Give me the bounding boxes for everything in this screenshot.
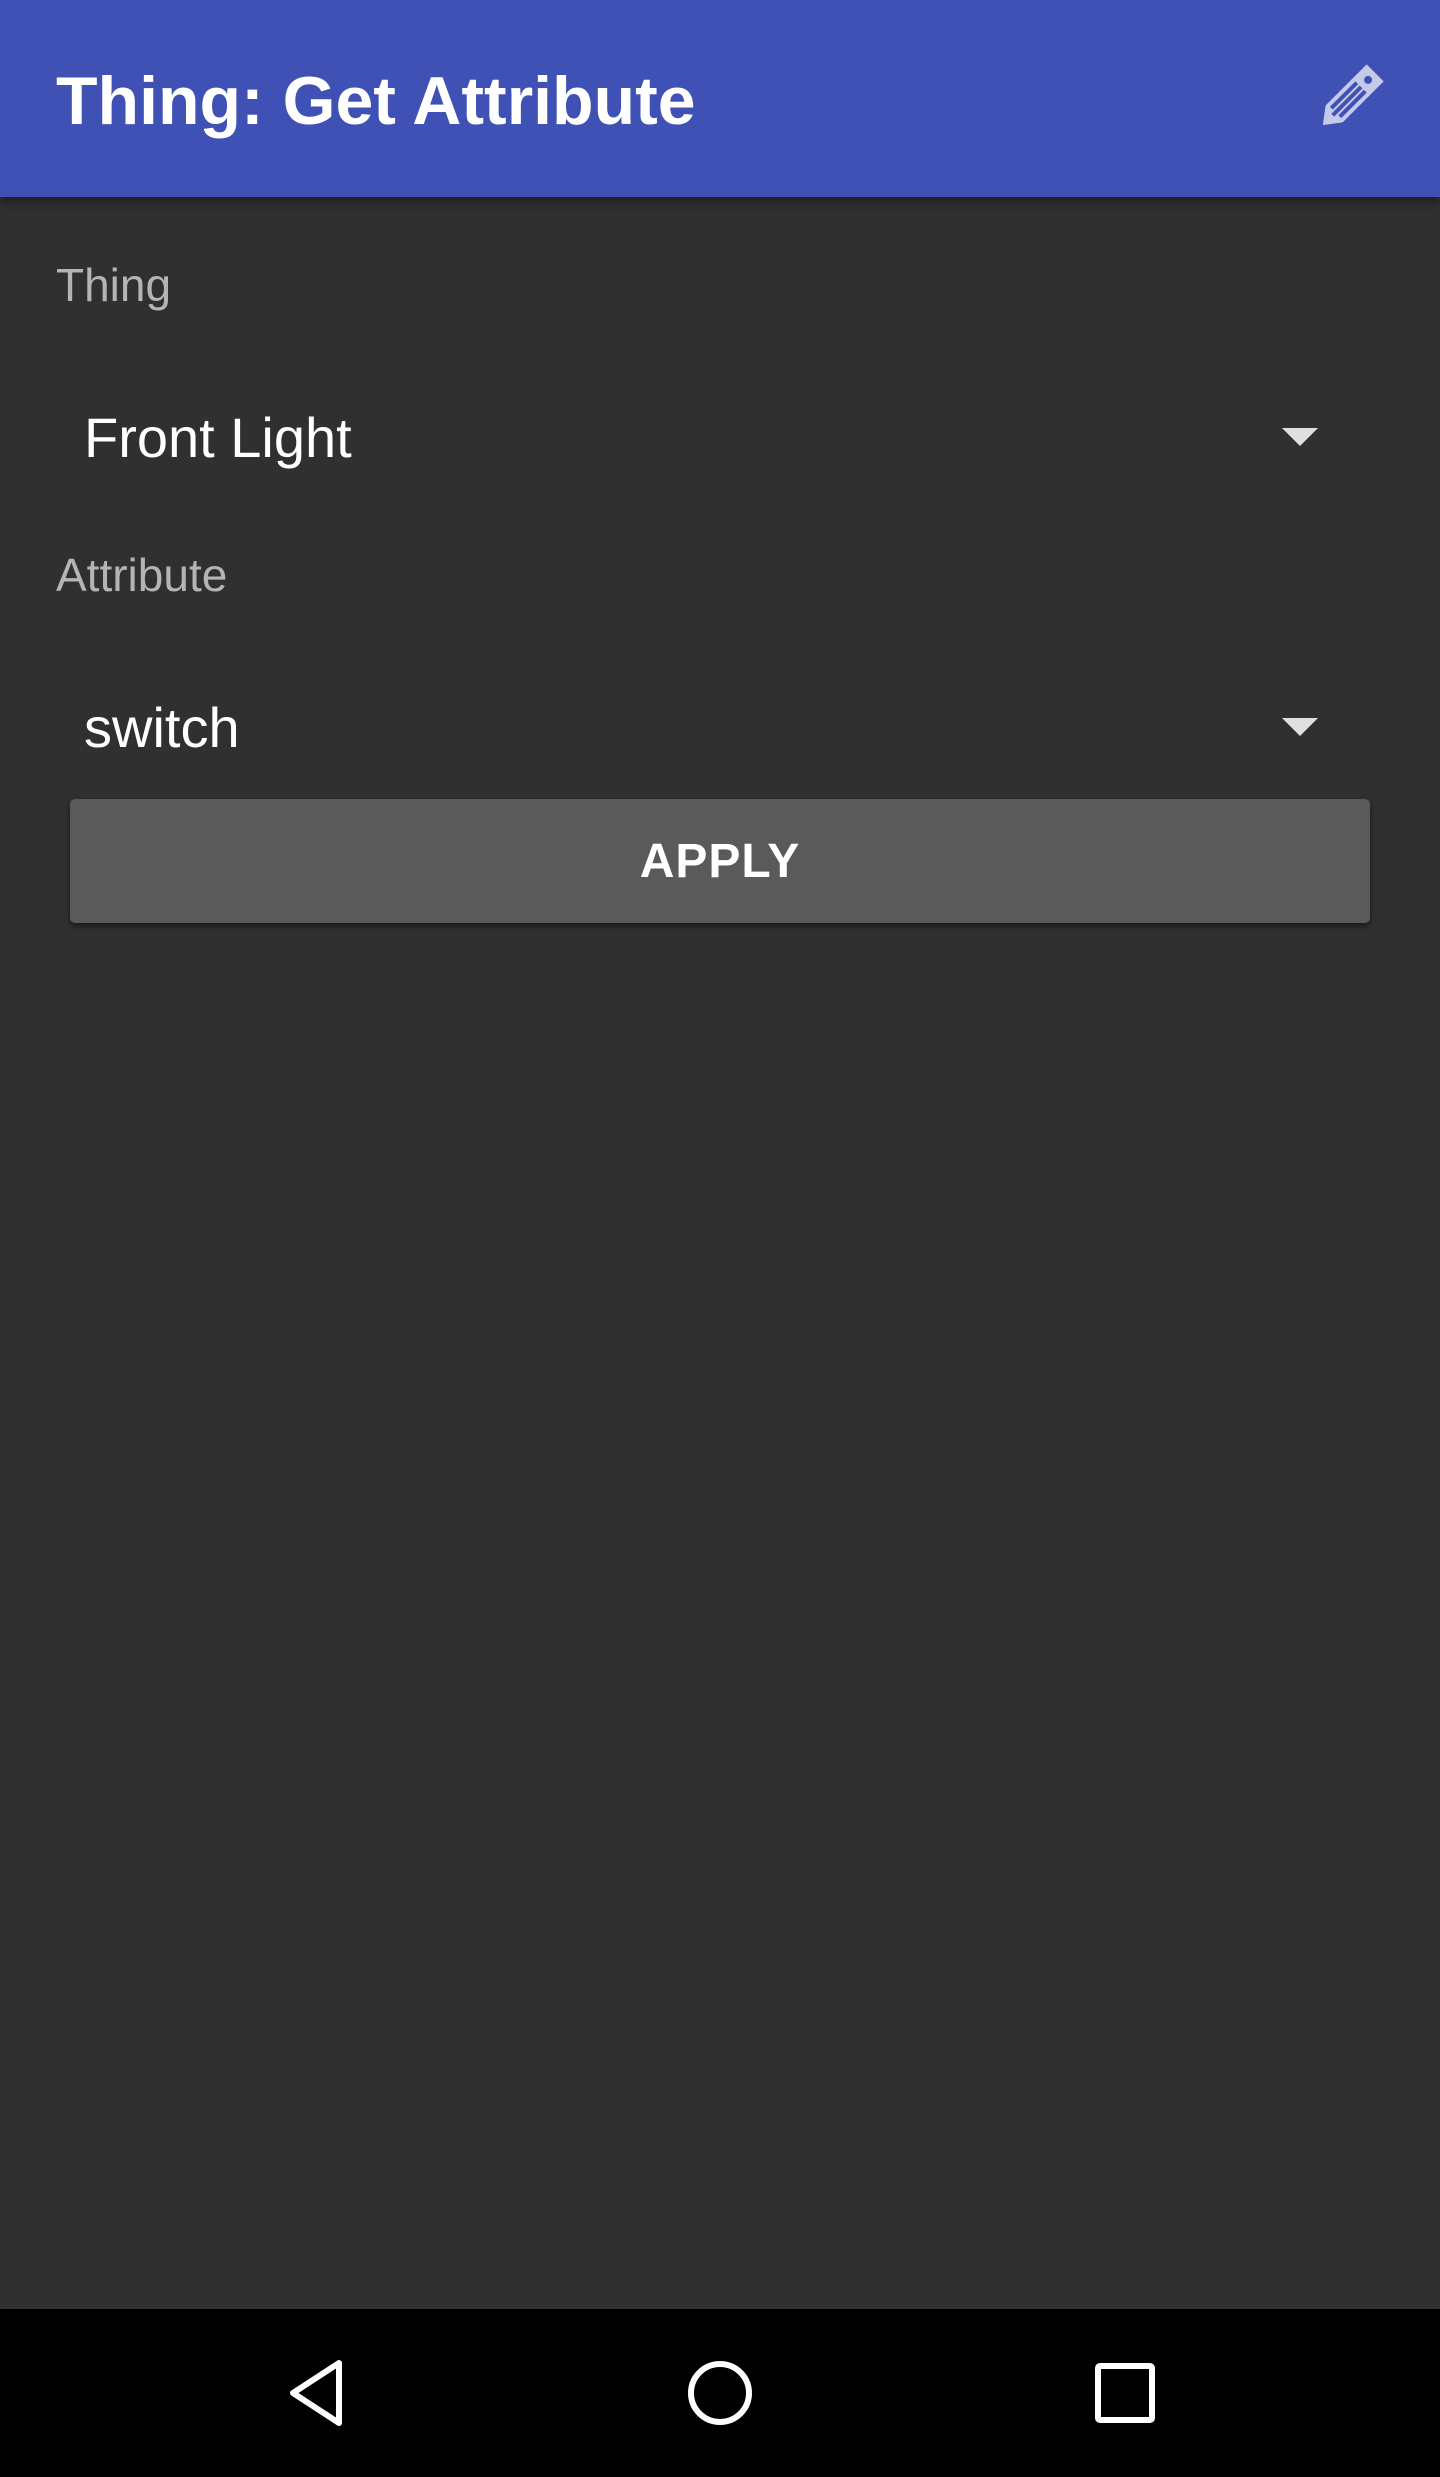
thing-spinner[interactable]: Front Light xyxy=(56,372,1384,502)
recents-icon xyxy=(1095,2363,1155,2423)
system-nav-bar xyxy=(0,2309,1440,2477)
recents-button[interactable] xyxy=(1075,2343,1175,2443)
edit-tag-icon xyxy=(1322,64,1384,126)
form-content: Thing Front Light Attribute switch APPLY xyxy=(0,197,1440,2309)
apply-button[interactable]: APPLY xyxy=(70,799,1370,923)
dropdown-arrow-icon xyxy=(1282,718,1318,736)
back-button[interactable] xyxy=(267,2343,367,2443)
back-icon xyxy=(290,2360,342,2426)
attribute-spinner[interactable]: switch xyxy=(56,662,1384,792)
thing-label: Thing xyxy=(56,259,172,311)
edit-tag-button[interactable] xyxy=(1304,54,1394,144)
home-icon xyxy=(688,2361,752,2425)
home-button[interactable] xyxy=(670,2343,770,2443)
screen: Thing: Get Attribute Thing Front Light A… xyxy=(0,0,1440,2477)
attribute-label: Attribute xyxy=(56,549,228,601)
app-bar: Thing: Get Attribute xyxy=(0,0,1440,197)
apply-button-label: APPLY xyxy=(639,834,801,888)
thing-spinner-value: Front Light xyxy=(84,406,352,469)
attribute-spinner-value: switch xyxy=(84,696,240,759)
page-title: Thing: Get Attribute xyxy=(56,63,696,139)
dropdown-arrow-icon xyxy=(1282,428,1318,446)
